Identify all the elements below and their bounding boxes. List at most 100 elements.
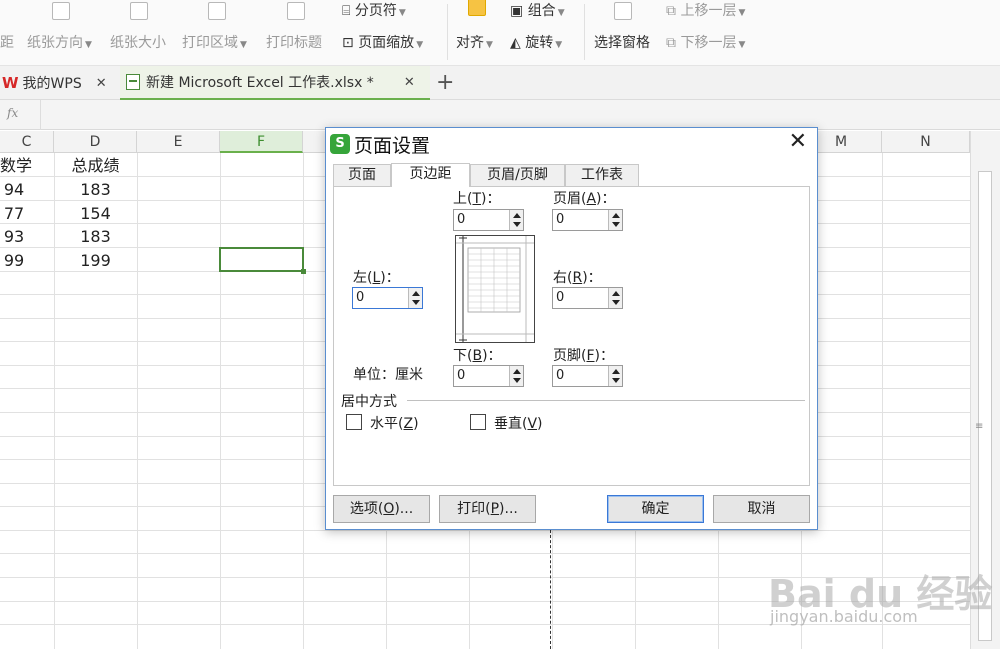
ribbon-separator xyxy=(584,4,585,60)
table-cell[interactable]: 77 xyxy=(0,202,28,225)
arrow-up-icon[interactable] xyxy=(412,291,420,296)
vertical-label[interactable]: 垂直(V) xyxy=(494,413,543,433)
align-icon xyxy=(468,0,486,16)
margins-button[interactable]: 距 xyxy=(0,32,14,52)
new-tab-plus-icon[interactable]: + xyxy=(436,70,454,95)
wps-logo-icon: W xyxy=(2,74,19,92)
table-cell[interactable]: 183 xyxy=(54,225,137,248)
table-cell[interactable]: 154 xyxy=(54,202,137,225)
arrow-down-icon[interactable] xyxy=(513,222,521,227)
footer-margin-spinner[interactable]: 0 xyxy=(552,365,623,387)
align-button[interactable]: 对齐 ▼ xyxy=(456,32,493,52)
footer-margin-label: 页脚(F)： xyxy=(553,348,614,364)
baidu-watermark: Bai du 经验 jingyan.baidu.com xyxy=(760,555,1000,649)
table-cell[interactable]: 99 xyxy=(0,249,28,272)
arrow-down-icon[interactable] xyxy=(612,222,620,227)
paper-size-button[interactable]: 纸张大小 xyxy=(110,32,166,52)
group-divider xyxy=(407,400,805,401)
print-area-button[interactable]: 打印区域 ▼ xyxy=(182,32,247,52)
arrow-up-icon[interactable] xyxy=(513,213,521,218)
arrow-down-icon[interactable] xyxy=(513,378,521,383)
grid-line xyxy=(0,530,970,531)
cell-header-math[interactable]: 数学 xyxy=(0,154,32,177)
column-header-d[interactable]: D xyxy=(54,131,137,153)
spinner-arrows[interactable] xyxy=(608,210,622,230)
arrow-down-icon[interactable] xyxy=(612,300,620,305)
horizontal-label[interactable]: 水平(Z) xyxy=(370,413,419,433)
arrow-down-icon[interactable] xyxy=(612,378,620,383)
tab-page[interactable]: 页面 xyxy=(333,164,391,186)
printer-icon xyxy=(287,2,305,20)
tab-header-footer[interactable]: 页眉/页脚 xyxy=(470,164,565,186)
horizontal-checkbox[interactable] xyxy=(346,414,362,430)
bottom-margin-spinner[interactable]: 0 xyxy=(453,365,524,387)
selection-pane-icon xyxy=(614,2,632,20)
column-header-n[interactable]: N xyxy=(882,131,970,153)
ok-button[interactable]: 确定 xyxy=(607,495,704,523)
tab-my-wps[interactable]: W 我的WPS ✕ xyxy=(0,66,118,100)
tab-margins[interactable]: 页边距 xyxy=(391,163,470,187)
options-button[interactable]: 选项(O)... xyxy=(333,495,430,523)
table-cell[interactable]: 199 xyxy=(54,249,137,272)
group-button[interactable]: ▣ 组合 ▼ xyxy=(510,0,565,20)
rotate-button[interactable]: ◭ 旋转 ▼ xyxy=(510,32,562,52)
cell-header-total[interactable]: 总成绩 xyxy=(54,154,137,177)
formula-bar: fx xyxy=(0,100,1000,130)
tab-excel-workbook[interactable]: 新建 Microsoft Excel 工作表.xlsx * ✕ xyxy=(120,66,430,100)
column-header-f[interactable]: F xyxy=(220,131,303,153)
header-margin-spinner[interactable]: 0 xyxy=(552,209,623,231)
page-preview xyxy=(455,235,535,343)
page-preview-graphic xyxy=(456,236,534,342)
page-break-button[interactable]: ⌸ 分页符 ▼ xyxy=(342,0,406,20)
table-cell[interactable]: 183 xyxy=(54,178,137,201)
column-header-c[interactable]: C xyxy=(0,131,54,153)
close-icon[interactable]: ✕ xyxy=(789,129,807,154)
bring-forward-button[interactable]: ⧉ 上移一层 ▼ xyxy=(666,0,745,20)
print-titles-button[interactable]: 打印标题 xyxy=(266,32,322,52)
top-margin-spinner[interactable]: 0 xyxy=(453,209,524,231)
vertical-checkbox[interactable] xyxy=(470,414,486,430)
spinner-arrows[interactable] xyxy=(608,288,622,308)
orientation-button[interactable]: 纸张方向 ▼ xyxy=(27,32,92,52)
dialog-title-bar[interactable]: S 页面设置 ✕ xyxy=(326,128,817,160)
right-margin-spinner[interactable]: 0 xyxy=(552,287,623,309)
cancel-button[interactable]: 取消 xyxy=(713,495,810,523)
grid-line xyxy=(303,153,304,649)
send-backward-icon: ⧉ xyxy=(666,35,676,51)
wps-spreadsheet-icon: S xyxy=(330,134,350,154)
paper-size-icon xyxy=(130,2,148,20)
page-scale-icon: ⊡ xyxy=(342,35,354,51)
close-icon[interactable]: ✕ xyxy=(96,76,107,91)
page-scale-button[interactable]: ⊡ 页面缩放 ▼ xyxy=(342,32,423,52)
group-icon: ▣ xyxy=(510,3,524,19)
spinner-arrows[interactable] xyxy=(408,288,422,308)
formula-separator xyxy=(40,100,41,130)
arrow-down-icon[interactable] xyxy=(412,300,420,305)
fx-icon[interactable]: fx xyxy=(7,106,18,120)
grid-line xyxy=(0,553,970,554)
send-backward-button[interactable]: ⧉ 下移一层 ▼ xyxy=(666,32,745,52)
table-cell[interactable]: 94 xyxy=(0,178,28,201)
center-on-page-label: 居中方式 xyxy=(341,394,397,410)
left-margin-spinner[interactable]: 0 xyxy=(352,287,423,309)
arrow-up-icon[interactable] xyxy=(612,213,620,218)
spinner-arrows[interactable] xyxy=(509,366,523,386)
excel-file-icon xyxy=(126,74,140,90)
close-icon[interactable]: ✕ xyxy=(404,75,415,90)
grid-line xyxy=(137,153,138,649)
arrow-up-icon[interactable] xyxy=(612,369,620,374)
document-tab-bar: W 我的WPS ✕ 新建 Microsoft Excel 工作表.xlsx * … xyxy=(0,66,1000,100)
orientation-icon xyxy=(52,2,70,20)
table-cell[interactable]: 93 xyxy=(0,225,28,248)
print-button[interactable]: 打印(P)... xyxy=(439,495,536,523)
selected-cell[interactable] xyxy=(219,247,306,274)
spinner-arrows[interactable] xyxy=(608,366,622,386)
column-header-e[interactable]: E xyxy=(137,131,220,153)
arrow-up-icon[interactable] xyxy=(612,291,620,296)
right-margin-label: 右(R)： xyxy=(553,270,602,286)
grip-icon: ≡ xyxy=(975,421,984,432)
arrow-up-icon[interactable] xyxy=(513,369,521,374)
tab-worksheet[interactable]: 工作表 xyxy=(565,164,639,186)
selection-pane-button[interactable]: 选择窗格 xyxy=(594,32,650,52)
spinner-arrows[interactable] xyxy=(509,210,523,230)
